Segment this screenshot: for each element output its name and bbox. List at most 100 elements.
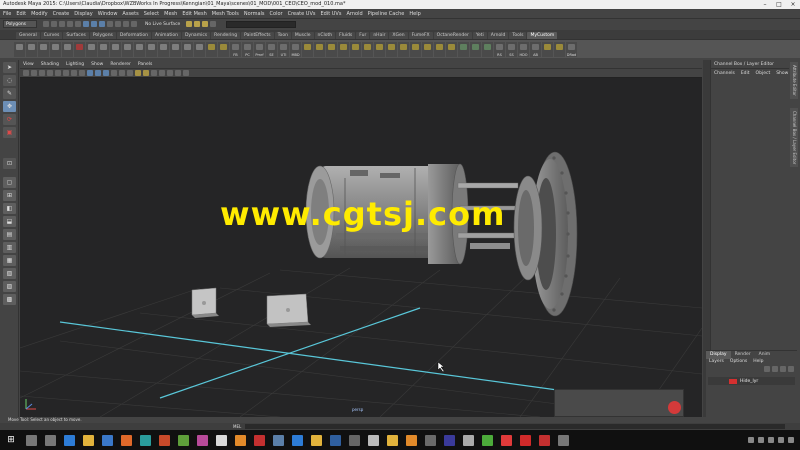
wireframe-icon[interactable] <box>87 70 93 76</box>
xray-icon[interactable] <box>135 70 141 76</box>
use-lights-icon[interactable] <box>119 70 125 76</box>
taskbar-firefox-icon[interactable] <box>121 434 132 446</box>
layer-row[interactable]: Hide_lyr <box>708 377 795 385</box>
tray-icon[interactable] <box>748 437 754 443</box>
layer-tab-display[interactable]: Display <box>706 351 731 359</box>
shelf-tab-mycustom[interactable]: MyCustom <box>527 32 558 39</box>
mel-command-input[interactable] <box>245 424 786 429</box>
taskbar-app3-icon[interactable] <box>197 434 208 446</box>
shelf-tab-rendering[interactable]: Rendering <box>211 32 241 39</box>
shelf-tool-icon[interactable] <box>374 41 385 57</box>
taskbar-app15-icon[interactable] <box>501 434 512 446</box>
shelf-tool-icon[interactable] <box>482 41 493 57</box>
menu-color[interactable]: Color <box>270 11 283 17</box>
shelf-tool-icon[interactable] <box>86 41 97 57</box>
tray-icon[interactable] <box>778 437 784 443</box>
taskbar-evernote-icon[interactable] <box>482 434 493 446</box>
snap-grid-icon[interactable] <box>107 21 113 27</box>
menu-normals[interactable]: Normals <box>244 11 265 17</box>
menu-set-select[interactable]: Polygons <box>3 20 37 28</box>
panel-menu-show[interactable]: Show <box>91 62 103 67</box>
channel-box-menu-object[interactable]: Object <box>756 71 771 76</box>
xray-joints-icon[interactable] <box>143 70 149 76</box>
menu-assets[interactable]: Assets <box>122 11 138 17</box>
shelf-tool-icon[interactable] <box>62 41 73 57</box>
taskbar-app9-icon[interactable] <box>368 434 379 446</box>
shelf-tool-icon[interactable] <box>38 41 49 57</box>
move-layer-up-icon[interactable] <box>764 366 770 372</box>
channel-box-menu-edit[interactable]: Edit <box>741 71 750 76</box>
wireframe-on-shaded-icon[interactable] <box>103 70 109 76</box>
floating-tool-panel[interactable] <box>554 389 684 417</box>
channel-box-menu-channels[interactable]: Channels <box>714 71 735 76</box>
grid-toggle-icon[interactable] <box>55 70 61 76</box>
taskbar-app8-icon[interactable] <box>349 434 360 446</box>
custom-layout-icon[interactable]: ▩ <box>3 294 16 305</box>
mel-label[interactable]: MEL <box>233 424 241 429</box>
single-perspective-layout-icon[interactable]: ▢ <box>3 177 16 188</box>
bookmark-icon[interactable] <box>39 70 45 76</box>
shelf-tab-fumefx[interactable]: FumeFX <box>408 32 433 39</box>
channel-box-layer-editor-tab[interactable]: Channel Box / Layer Editor <box>790 108 798 168</box>
layer-tab-anim[interactable]: Anim <box>755 351 775 359</box>
camera-attributes-icon[interactable] <box>31 70 37 76</box>
image-plane-icon[interactable] <box>47 70 53 76</box>
shelf-tool-icon[interactable]: RS <box>494 41 505 57</box>
cylinder-assembly-mesh[interactable] <box>305 151 578 317</box>
gate-mask-icon[interactable] <box>79 70 85 76</box>
shelf-tool-icon[interactable] <box>182 41 193 57</box>
shelf-tab-nhair[interactable]: nHair <box>370 32 389 39</box>
shelf-tab-fluids[interactable]: Fluids <box>336 32 356 39</box>
taskbar-app5-icon[interactable] <box>235 434 246 446</box>
shelf-tool-icon[interactable]: MBD <box>290 41 301 57</box>
shelf-tab-polygons[interactable]: Polygons <box>89 32 116 39</box>
menu-file[interactable]: File <box>3 11 11 17</box>
script-layout-icon[interactable]: ▨ <box>3 281 16 292</box>
panel-menu-panels[interactable]: Panels <box>138 62 152 67</box>
perspective-viewport[interactable]: View Shading Lighting Show Renderer Panels <box>20 60 702 417</box>
menu-edit-uvs[interactable]: Edit UVs <box>320 11 341 17</box>
taskbar-task-view-icon[interactable] <box>45 434 56 446</box>
close-button[interactable]: × <box>786 0 800 9</box>
taskbar-search-icon[interactable] <box>26 434 37 446</box>
four-view-layout-icon[interactable]: ⊞ <box>3 190 16 201</box>
shelf-tab-general[interactable]: General <box>16 32 40 39</box>
shelf-tool-icon[interactable] <box>362 41 373 57</box>
open-scene-icon[interactable] <box>51 21 57 27</box>
snap-surface-icon[interactable] <box>131 21 137 27</box>
taskbar-edge-icon[interactable] <box>64 434 75 446</box>
shelf-tab-xgen[interactable]: XGen <box>389 32 408 39</box>
shelf-tab-dynamics[interactable]: Dynamics <box>181 32 211 39</box>
taskbar-app7-icon[interactable] <box>273 434 284 446</box>
persp-outliner-layout-icon[interactable]: ◧ <box>3 203 16 214</box>
taskbar-maya-icon[interactable] <box>140 434 151 446</box>
shelf-tab-painteffects[interactable]: PaintEffects <box>241 32 274 39</box>
undo-icon[interactable] <box>67 21 73 27</box>
shelf-tool-icon[interactable] <box>554 41 565 57</box>
menu-edit[interactable]: Edit <box>16 11 26 17</box>
motion-blur-icon[interactable] <box>159 70 165 76</box>
shelf-tool-icon[interactable] <box>170 41 181 57</box>
taskbar-app18-icon[interactable] <box>558 434 569 446</box>
select-hierarchy-icon[interactable] <box>83 21 89 27</box>
shelf-tab-arnold[interactable]: Arnold <box>487 32 509 39</box>
shelf-tool-icon[interactable] <box>146 41 157 57</box>
layer-tab-render[interactable]: Render <box>731 351 755 359</box>
shelf-tool-icon[interactable] <box>542 41 553 57</box>
taskbar-app4-icon[interactable] <box>216 434 227 446</box>
shelf-tool-icon[interactable] <box>446 41 457 57</box>
shelf-tool-icon[interactable] <box>458 41 469 57</box>
menu-mesh[interactable]: Mesh <box>164 11 177 17</box>
windows-start-icon[interactable]: ⊞ <box>0 430 22 450</box>
new-scene-icon[interactable] <box>43 21 49 27</box>
menu-arnold[interactable]: Arnold <box>346 11 362 17</box>
shelf-tab-toon[interactable]: Toon <box>274 32 291 39</box>
shelf-tool-icon[interactable] <box>98 41 109 57</box>
shelf-tool-icon[interactable] <box>350 41 361 57</box>
shelf-tab-muscle[interactable]: Muscle <box>291 32 314 39</box>
shelf-tool-icon[interactable] <box>410 41 421 57</box>
shelf-tool-icon[interactable] <box>194 41 205 57</box>
depth-of-field-icon[interactable] <box>175 70 181 76</box>
shelf-tool-icon[interactable]: SE <box>266 41 277 57</box>
menu-display[interactable]: Display <box>74 11 92 17</box>
